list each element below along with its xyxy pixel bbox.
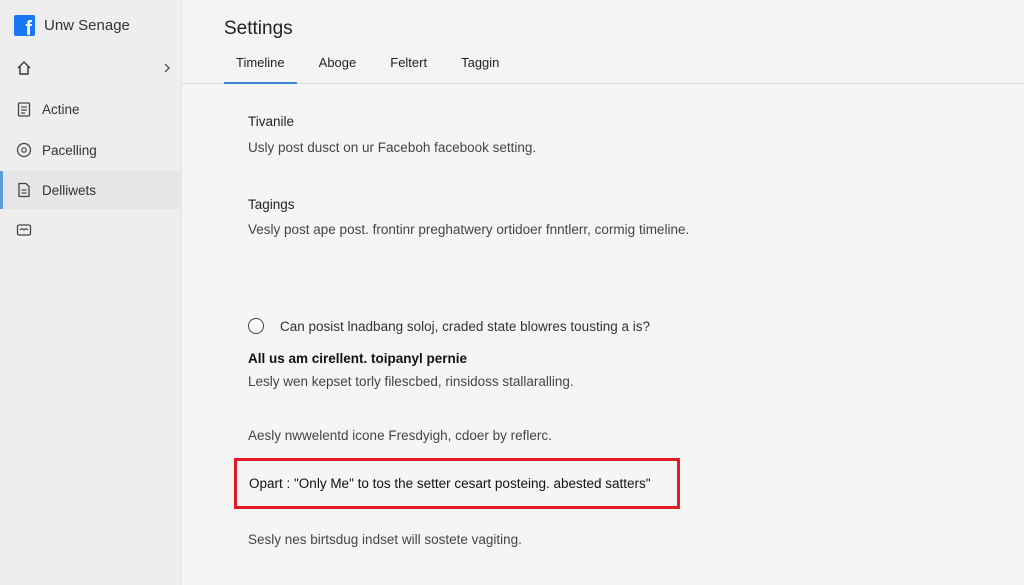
section-heading-current: All us am cirellent. toipanyl pernie <box>248 351 468 366</box>
settings-content: Tivanile Usly post dusct on ur Faceboh f… <box>182 85 1024 585</box>
sidebar-item-delliwets[interactable]: Delliwets <box>0 171 182 209</box>
sidebar-item-home[interactable] <box>0 50 182 86</box>
brand[interactable]: f Unw Senage <box>14 14 130 36</box>
tab-timeline[interactable]: Timeline <box>224 44 297 84</box>
sidebar: f Unw Senage Actine Pacelling Delliwets <box>0 0 182 585</box>
sidebar-item-label: Pacelling <box>42 142 97 158</box>
facebook-logo-icon: f <box>14 14 35 36</box>
page-title: Settings <box>224 18 293 39</box>
section-description: Usly post dusct on ur Faceboh facebook s… <box>248 140 537 155</box>
tab-feltert[interactable]: Feltert <box>378 44 439 84</box>
message-icon <box>16 222 32 238</box>
radio-label: Can posist lnadbang soloj, craded state … <box>280 318 650 334</box>
section-heading-tivanile: Tivanile <box>248 114 295 129</box>
section-description: Vesly post ape post. frontinr preghatwer… <box>248 222 690 237</box>
section-heading-tagings: Tagings <box>248 197 295 212</box>
sidebar-item-label: Actine <box>42 101 80 117</box>
radio-option-row[interactable]: Can posist lnadbang soloj, craded state … <box>248 318 650 334</box>
settings-tabs: Timeline Aboge Feltert Taggin <box>224 44 521 84</box>
home-icon <box>17 61 31 75</box>
clipboard-icon <box>16 101 32 117</box>
sidebar-item-label: Delliwets <box>42 182 97 198</box>
settings-header: Settings Timeline Aboge Feltert Taggin <box>182 0 1024 84</box>
at-sign-icon <box>16 142 32 158</box>
tab-aboge[interactable]: Aboge <box>307 44 369 84</box>
document-icon <box>16 182 32 198</box>
highlighted-option-box[interactable]: Opart : "Only Me" to tos the setter cesa… <box>234 458 680 509</box>
sidebar-item-messages[interactable] <box>0 211 182 249</box>
section-description: Lesly wen kepset torly filescbed, rinsid… <box>248 374 574 389</box>
highlighted-option-text: Opart : "Only Me" to tos the setter cesa… <box>249 476 651 491</box>
sidebar-item-pacelling[interactable]: Pacelling <box>0 131 182 169</box>
sidebar-item-actine[interactable]: Actine <box>0 90 182 128</box>
radio-button[interactable] <box>248 318 264 334</box>
brand-name: Unw Senage <box>44 16 130 34</box>
tab-taggin[interactable]: Taggin <box>449 44 511 84</box>
note-text: Aesly nwwelentd icone Fresdyigh, cdoer b… <box>248 428 552 443</box>
note-text: Sesly nes birtsdug indset will sostete v… <box>248 532 522 547</box>
chevron-right-icon[interactable] <box>162 62 172 74</box>
